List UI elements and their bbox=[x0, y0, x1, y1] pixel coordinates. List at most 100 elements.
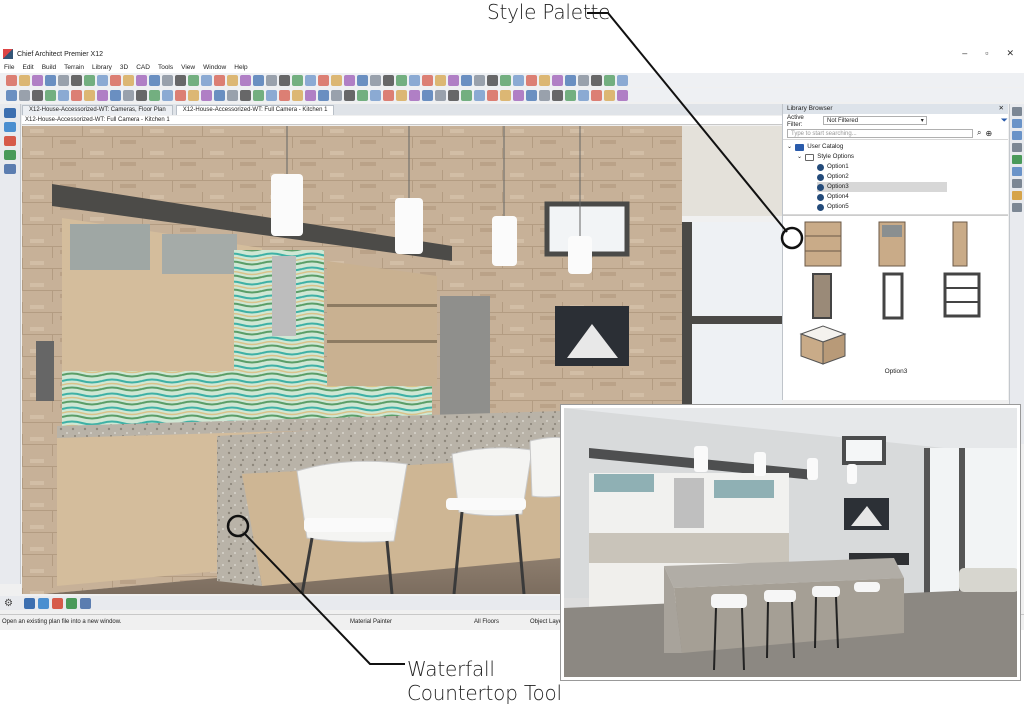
menu-terrain[interactable]: Terrain bbox=[64, 64, 84, 71]
toolbar-tool-icon[interactable] bbox=[188, 74, 199, 86]
toolbar-tool-icon[interactable] bbox=[318, 89, 329, 101]
camera-tools-icon[interactable] bbox=[1012, 203, 1022, 212]
toolbar-tool-icon[interactable] bbox=[136, 89, 147, 101]
toolbar-tool-icon[interactable] bbox=[6, 89, 17, 101]
tab-full-camera[interactable]: X12-House-Accessorized-WT: Full Camera -… bbox=[175, 105, 335, 115]
toolbar-tool-icon[interactable] bbox=[591, 89, 602, 101]
toolbar-tool-icon[interactable] bbox=[370, 74, 381, 86]
toolbar-tool-icon[interactable] bbox=[383, 89, 394, 101]
plan-view-icon[interactable] bbox=[4, 108, 16, 118]
tree-option2[interactable]: Option2 bbox=[817, 172, 849, 182]
toolbar-tool-icon[interactable] bbox=[32, 89, 43, 101]
toolbar-tool-icon[interactable] bbox=[58, 74, 69, 86]
toolbar-tool-icon[interactable] bbox=[292, 74, 303, 86]
toolbar-tool-icon[interactable] bbox=[344, 89, 355, 101]
toolbar-tool-icon[interactable] bbox=[123, 89, 134, 101]
section-tab-icon[interactable] bbox=[79, 597, 91, 609]
toolbar-tool-icon[interactable] bbox=[227, 89, 238, 101]
toolbar-tool-icon[interactable] bbox=[71, 74, 82, 86]
toolbar-tool-icon[interactable] bbox=[97, 89, 108, 101]
toolbar-tool-icon[interactable] bbox=[383, 74, 394, 86]
thumb-window-square[interactable] bbox=[943, 272, 981, 318]
toolbar-tool-icon[interactable] bbox=[591, 74, 602, 86]
toolbar-tool-icon[interactable] bbox=[175, 89, 186, 101]
close-icon[interactable]: ✕ bbox=[999, 104, 1004, 114]
tree-option1[interactable]: Option1 bbox=[817, 162, 849, 172]
menu-3d[interactable]: 3D bbox=[120, 64, 128, 71]
toolbar-tool-icon[interactable] bbox=[292, 89, 303, 101]
toolbar-tool-icon[interactable] bbox=[357, 74, 368, 86]
section-icon[interactable] bbox=[4, 164, 16, 174]
toolbar-tool-icon[interactable] bbox=[487, 74, 498, 86]
toolbar-tool-icon[interactable] bbox=[552, 89, 563, 101]
toolbar-tool-icon[interactable] bbox=[539, 89, 550, 101]
toolbar-tool-icon[interactable] bbox=[201, 74, 212, 86]
menu-window[interactable]: Window bbox=[203, 64, 226, 71]
gear-icon[interactable]: ⚙ bbox=[4, 598, 13, 609]
filter-select[interactable]: Not Filtered ▾ bbox=[823, 116, 927, 125]
layout-tab-icon[interactable] bbox=[37, 597, 49, 609]
menu-view[interactable]: View bbox=[181, 64, 195, 71]
search-icon[interactable]: ⌕ bbox=[977, 128, 981, 138]
toolbar-tool-icon[interactable] bbox=[396, 89, 407, 101]
menu-tools[interactable]: Tools bbox=[158, 64, 173, 71]
toolbar-tool-icon[interactable] bbox=[84, 74, 95, 86]
toolbar-tool-icon[interactable] bbox=[565, 74, 576, 86]
material-painter-icon[interactable] bbox=[1012, 191, 1022, 200]
toolbar-tool-icon[interactable] bbox=[6, 74, 17, 86]
zoom-icon[interactable]: ⊕ bbox=[985, 129, 992, 138]
toolbar-tool-icon[interactable] bbox=[474, 89, 485, 101]
toolbar-tool-icon[interactable] bbox=[123, 74, 134, 86]
toolbar-tool-icon[interactable] bbox=[500, 89, 511, 101]
toolbar-tool-icon[interactable] bbox=[487, 89, 498, 101]
toolbar-tool-icon[interactable] bbox=[331, 89, 342, 101]
camera-icon[interactable] bbox=[4, 136, 16, 146]
layer-icon[interactable] bbox=[4, 122, 16, 132]
toolbar-tool-icon[interactable] bbox=[58, 89, 69, 101]
toolbar-tool-icon[interactable] bbox=[214, 74, 225, 86]
toolbar-tool-icon[interactable] bbox=[344, 74, 355, 86]
toolbar-tool-icon[interactable] bbox=[617, 89, 628, 101]
toolbar-tool-icon[interactable] bbox=[422, 89, 433, 101]
toolbar-tool-icon[interactable] bbox=[149, 89, 160, 101]
toolbar-tool-icon[interactable] bbox=[435, 74, 446, 86]
filter-icon[interactable]: ⏷ bbox=[1001, 115, 1008, 126]
toolbar-tool-icon[interactable] bbox=[266, 89, 277, 101]
plan-tab-icon[interactable] bbox=[23, 597, 35, 609]
toolbar-tool-icon[interactable] bbox=[110, 89, 121, 101]
toolbar-tool-icon[interactable] bbox=[448, 74, 459, 86]
toolbar-tool-icon[interactable] bbox=[32, 74, 43, 86]
toolbar-tool-icon[interactable] bbox=[110, 74, 121, 86]
toolbar-tool-icon[interactable] bbox=[409, 89, 420, 101]
maximize-button[interactable]: ▫ bbox=[985, 48, 988, 59]
menu-edit[interactable]: Edit bbox=[22, 64, 33, 71]
toolbar-tool-icon[interactable] bbox=[305, 74, 316, 86]
toolbar-tool-icon[interactable] bbox=[578, 89, 589, 101]
toolbar-tool-icon[interactable] bbox=[331, 74, 342, 86]
toolbar-tool-icon[interactable] bbox=[461, 89, 472, 101]
tree-user-catalog[interactable]: ⌄ User Catalog bbox=[787, 142, 843, 152]
toolbar-tool-icon[interactable] bbox=[448, 89, 459, 101]
toolbar-tool-icon[interactable] bbox=[45, 74, 56, 86]
zoom-in-icon[interactable] bbox=[1012, 119, 1022, 128]
thumb-base-cabinet[interactable] bbox=[804, 221, 842, 267]
toolbar-tool-icon[interactable] bbox=[227, 74, 238, 86]
toolbar-tool-icon[interactable] bbox=[565, 89, 576, 101]
menu-cad[interactable]: CAD bbox=[136, 64, 150, 71]
minimize-button[interactable]: – bbox=[962, 48, 967, 59]
toolbar-tool-icon[interactable] bbox=[253, 74, 264, 86]
walk-icon[interactable] bbox=[1012, 179, 1022, 188]
toolbar-tool-icon[interactable] bbox=[279, 74, 290, 86]
pan-icon[interactable] bbox=[1012, 155, 1022, 164]
toolbar-tool-icon[interactable] bbox=[357, 89, 368, 101]
toolbar-tool-icon[interactable] bbox=[435, 89, 446, 101]
tree-option3[interactable]: Option3 bbox=[817, 182, 947, 192]
thumb-window-tall[interactable] bbox=[882, 272, 904, 320]
toolbar-tool-icon[interactable] bbox=[162, 74, 173, 86]
tab-floor-plan[interactable]: X12-House-Accessorized-WT: Cameras, Floo… bbox=[22, 105, 173, 115]
toolbar-tool-icon[interactable] bbox=[279, 89, 290, 101]
toolbar-tool-icon[interactable] bbox=[45, 89, 56, 101]
toolbar-tool-icon[interactable] bbox=[513, 89, 524, 101]
toolbar-tool-icon[interactable] bbox=[175, 74, 186, 86]
toolbar-tool-icon[interactable] bbox=[149, 74, 160, 86]
